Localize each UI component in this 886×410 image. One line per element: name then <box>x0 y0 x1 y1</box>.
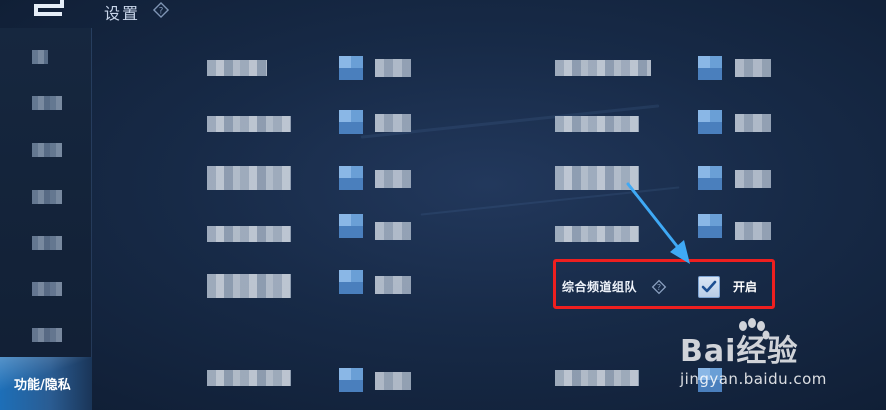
svg-text:?: ? <box>657 283 661 292</box>
sidebar-item[interactable] <box>32 96 62 110</box>
setting-checkbox[interactable] <box>339 270 363 294</box>
setting-state-censored <box>375 114 411 132</box>
setting-label-team-channel: 综合频道组队 <box>562 280 638 294</box>
setting-checkbox[interactable] <box>339 166 363 190</box>
sidebar-item-label: 功能/隐私 <box>14 378 71 393</box>
help-icon[interactable]: ? <box>651 279 667 295</box>
setting-label-censored <box>207 226 291 242</box>
help-icon[interactable]: ? <box>152 1 170 19</box>
setting-state-censored <box>735 170 771 188</box>
sidebar-item[interactable] <box>32 282 62 296</box>
watermark-url: jingyan.baidu.com <box>680 370 827 388</box>
back-icon[interactable] <box>22 0 70 18</box>
setting-label-censored <box>207 116 291 132</box>
watermark-brand: Bai经验 <box>680 334 799 369</box>
sidebar-item[interactable] <box>32 143 62 157</box>
setting-state-censored <box>735 59 771 77</box>
page-title: 设置 <box>104 4 141 23</box>
setting-state-censored <box>735 222 771 240</box>
setting-checkbox[interactable] <box>339 368 363 392</box>
svg-text:?: ? <box>159 7 164 17</box>
setting-state-censored <box>375 276 411 294</box>
setting-checkbox[interactable] <box>339 56 363 80</box>
sidebar-item[interactable] <box>32 190 62 204</box>
check-icon <box>701 280 717 293</box>
sidebar-item[interactable] <box>32 236 62 250</box>
setting-label-censored <box>207 60 267 76</box>
sidebar <box>0 28 92 410</box>
setting-label-censored <box>555 60 651 76</box>
setting-checkbox[interactable] <box>698 214 722 238</box>
setting-label-censored <box>207 370 291 386</box>
setting-checkbox[interactable] <box>339 110 363 134</box>
sidebar-item[interactable] <box>32 50 48 64</box>
setting-label-censored <box>555 370 639 386</box>
setting-checkbox[interactable] <box>698 110 722 134</box>
setting-state-censored <box>375 372 411 390</box>
setting-state-censored <box>375 222 411 240</box>
sidebar-item[interactable] <box>32 328 62 342</box>
setting-state-censored <box>375 170 411 188</box>
setting-label-censored <box>207 166 291 190</box>
setting-checkbox[interactable] <box>698 166 722 190</box>
setting-state-censored <box>735 114 771 132</box>
setting-label-censored <box>555 116 639 132</box>
annotation-arrow-icon <box>626 182 690 264</box>
setting-state: 开启 <box>733 280 758 294</box>
team-channel-checkbox[interactable] <box>698 276 720 298</box>
setting-checkbox[interactable] <box>339 214 363 238</box>
setting-state-censored <box>375 59 411 77</box>
setting-label-censored <box>207 274 291 298</box>
setting-checkbox[interactable] <box>698 56 722 80</box>
